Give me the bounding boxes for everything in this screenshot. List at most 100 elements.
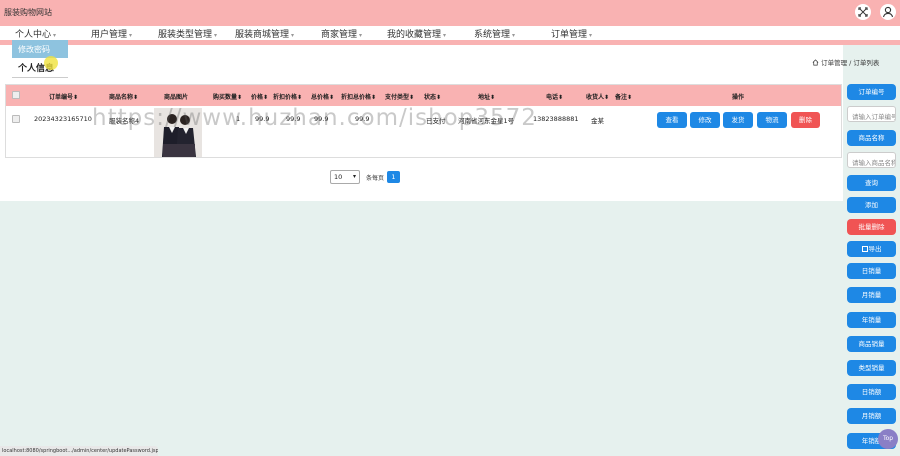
column-label: 订单编号 (49, 94, 74, 101)
chevron-down-icon: ▾ (129, 32, 133, 39)
home-icon[interactable] (812, 59, 819, 66)
delete-button[interactable]: 删除 (791, 112, 820, 128)
add-button[interactable]: 添加 (847, 197, 896, 213)
user-icon[interactable] (880, 4, 896, 20)
breadcrumb-path: 订单管理 / 订单列表 (821, 59, 880, 67)
logistics-button[interactable]: 物流 (757, 112, 787, 128)
menu-order-management[interactable]: 订单管理 ▾ (551, 27, 592, 40)
view-button[interactable]: 查看 (657, 112, 687, 128)
personal-center-dropdown: 修改密码 个人信息 (12, 40, 68, 79)
export-icon (861, 246, 868, 252)
cell-receiver: 金某 (591, 117, 604, 125)
menu-label: 个人中心 (15, 30, 52, 40)
column-header[interactable]: 电话⬍ (546, 92, 563, 101)
chevron-down-icon: ▾ (352, 173, 356, 180)
export-button[interactable]: 导出 (847, 241, 896, 257)
menu-label: 服装商城管理 (235, 30, 290, 40)
chevron-down-icon: ▾ (359, 32, 363, 39)
chevron-down-icon: ▾ (512, 32, 516, 39)
chevron-down-icon: ▾ (291, 32, 295, 39)
column-header[interactable]: 收货人⬍ (586, 92, 609, 101)
menu-merchant-management[interactable]: 商家管理 ▾ (321, 27, 362, 40)
page-size-select[interactable]: 10 ▾ (330, 170, 360, 184)
menu-user-management[interactable]: 用户管理 ▾ (91, 27, 132, 40)
chevron-down-icon: ▾ (214, 32, 218, 39)
daily-revenue-button[interactable]: 日销额 (847, 384, 896, 400)
column-label: 支付类型 (385, 94, 410, 101)
menu-personal-center[interactable]: 个人中心 ▾ (15, 27, 56, 40)
daily-sales-volume-button[interactable]: 日销量 (847, 263, 896, 279)
monthly-sales-volume-button[interactable]: 月销量 (847, 287, 896, 303)
dropdown-item-personal-info[interactable]: 个人信息 (12, 61, 68, 78)
dropdown-item-change-password[interactable]: 修改密码 (12, 40, 68, 58)
export-label: 导出 (868, 245, 882, 253)
back-to-top-button[interactable]: Top (878, 429, 898, 449)
column-label: 备注 (615, 94, 628, 101)
monthly-revenue-button[interactable]: 月销额 (847, 408, 896, 424)
column-label: 收货人 (586, 94, 605, 101)
page-size-value: 10 (334, 173, 343, 181)
menu-label: 系统管理 (474, 30, 511, 40)
column-header[interactable]: 状态⬍ (424, 92, 441, 101)
column-header[interactable]: 折扣价格⬍ (273, 92, 302, 101)
column-header[interactable]: 总价格⬍ (311, 92, 334, 101)
select-all-checkbox[interactable] (12, 91, 20, 99)
column-label: 折扣总价格 (341, 94, 372, 101)
column-label: 商品名称 (109, 94, 134, 101)
edit-button[interactable]: 修改 (690, 112, 720, 128)
menu-label: 服装类型管理 (158, 30, 213, 40)
menu-system-management[interactable]: 系统管理 ▾ (474, 27, 515, 40)
menu-label: 用户管理 (91, 30, 128, 40)
column-label: 电话 (546, 94, 559, 101)
cell-phone: 13823888881 (533, 115, 579, 123)
search-button[interactable]: 查询 (847, 175, 896, 191)
menu-favorites-management[interactable]: 我的收藏管理 ▾ (387, 27, 446, 40)
row-checkbox[interactable] (12, 115, 20, 123)
column-header[interactable]: 价格⬍ (251, 92, 268, 101)
product-name-label: 商品名称 (847, 130, 896, 146)
chevron-down-icon: ▾ (443, 32, 447, 39)
product-name-input[interactable]: 请输入商品名称 (847, 152, 896, 168)
page-number-current[interactable]: 1 (387, 171, 400, 183)
site-title: 服装购物网站 (4, 8, 52, 17)
page-size-label: 条每页 (366, 175, 385, 182)
column-header[interactable]: 购买数量⬍ (213, 92, 242, 101)
column-label: 状态 (424, 94, 437, 101)
column-header[interactable]: 备注⬍ (615, 92, 632, 101)
column-label: 操作 (732, 94, 745, 101)
fullscreen-icon[interactable] (855, 4, 871, 20)
column-header[interactable]: 商品名称⬍ (109, 92, 138, 101)
column-header[interactable]: 折扣总价格⬍ (341, 92, 376, 101)
breadcrumb: 订单管理 / 订单列表 (812, 57, 879, 67)
column-label: 地址 (478, 94, 491, 101)
top-header: 服装购物网站 (0, 0, 900, 26)
column-header: 商品图片 (164, 92, 188, 101)
main-menu: 个人中心 ▾ 用户管理 ▾ 服装类型管理 ▾ 服装商城管理 ▾ 商家管理 ▾ 我的收藏管理… (0, 26, 900, 40)
chevron-down-icon: ▾ (589, 32, 593, 39)
column-label: 总价格 (311, 94, 330, 101)
status-bar-url: localhost:8080/springboot.../admin/cente… (0, 446, 158, 456)
mouse-cursor-highlight (44, 56, 58, 70)
watermark: https://www.huzhan.com/ishop3572 (92, 105, 537, 131)
column-header[interactable]: 支付类型⬍ (385, 92, 414, 101)
menu-label: 我的收藏管理 (387, 30, 442, 40)
menu-clothing-type-management[interactable]: 服装类型管理 ▾ (158, 27, 217, 40)
column-header[interactable]: 地址⬍ (478, 92, 495, 101)
column-header: 操作 (732, 92, 744, 101)
menu-clothing-mall-management[interactable]: 服装商城管理 ▾ (235, 27, 294, 40)
menu-label: 商家管理 (321, 30, 358, 40)
yearly-sales-volume-button[interactable]: 年销量 (847, 312, 896, 328)
column-label: 折扣价格 (273, 94, 298, 101)
batch-delete-button[interactable]: 批量删除 (847, 219, 896, 235)
product-sales-button[interactable]: 商品销量 (847, 336, 896, 352)
column-label: 价格 (251, 94, 264, 101)
column-label: 购买数量 (213, 94, 238, 101)
column-header[interactable]: 订单编号⬍ (49, 92, 78, 101)
column-label: 商品图片 (164, 94, 189, 101)
table-header: 订单编号⬍ 商品名称⬍ 商品图片 购买数量⬍ 价格⬍ 折扣价格⬍ 总价格⬍ 折扣… (6, 85, 841, 106)
ship-button[interactable]: 发货 (723, 112, 753, 128)
type-sales-button[interactable]: 类型销量 (847, 360, 896, 376)
cell-order-no: 20234323165710 (34, 115, 92, 123)
menu-label: 订单管理 (551, 30, 588, 40)
order-no-input[interactable]: 请输入订单编号 (847, 106, 896, 122)
